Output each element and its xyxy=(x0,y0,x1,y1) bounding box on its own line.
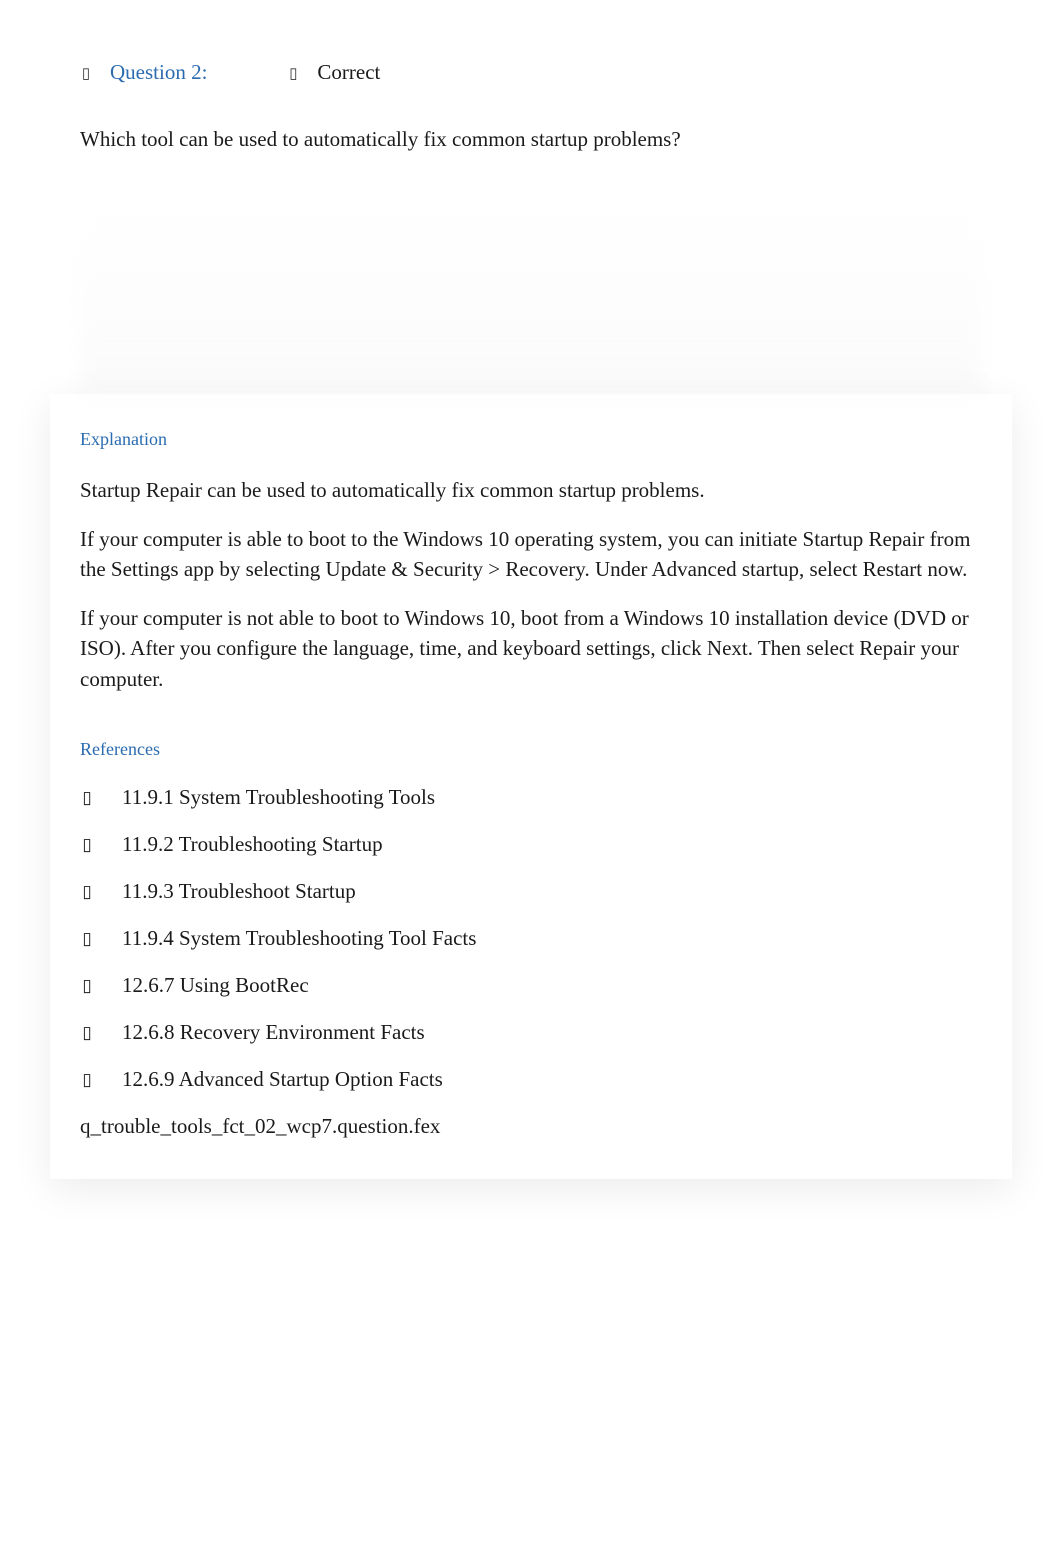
explanation-paragraph: If your computer is able to boot to the … xyxy=(80,524,982,585)
reference-item[interactable]: ▯ 11.9.2 Troubleshooting Startup xyxy=(80,832,982,857)
reference-icon: ▯ xyxy=(80,788,94,808)
blurred-answer-area xyxy=(80,204,982,394)
reference-link-text: 11.9.2 Troubleshooting Startup xyxy=(122,832,383,857)
reference-link-text: 12.6.7 Using BootRec xyxy=(122,973,309,998)
question-header-row: ▯ Question 2: ▯ Correct xyxy=(80,60,982,85)
references-section: References ▯ 11.9.1 System Troubleshooti… xyxy=(80,739,982,1139)
reference-icon: ▯ xyxy=(80,835,94,855)
explanation-paragraph: Startup Repair can be used to automatica… xyxy=(80,475,982,505)
reference-icon: ▯ xyxy=(80,976,94,996)
explanation-paragraph: If your computer is not able to boot to … xyxy=(80,603,982,694)
reference-item[interactable]: ▯ 12.6.9 Advanced Startup Option Facts xyxy=(80,1067,982,1092)
reference-link-text: 11.9.1 System Troubleshooting Tools xyxy=(122,785,435,810)
question-header-section: ▯ Question 2: ▯ Correct Which tool can b… xyxy=(0,0,1062,204)
explanation-card: Explanation Startup Repair can be used t… xyxy=(50,394,1012,1179)
question-icon: ▯ xyxy=(80,64,92,82)
reference-icon: ▯ xyxy=(80,1023,94,1043)
references-heading: References xyxy=(80,739,982,760)
question-number-label: Question 2: xyxy=(110,60,207,85)
status-group: ▯ Correct xyxy=(287,60,380,85)
reference-icon: ▯ xyxy=(80,929,94,949)
reference-icon: ▯ xyxy=(80,1070,94,1090)
status-text: Correct xyxy=(317,60,380,85)
explanation-heading: Explanation xyxy=(80,429,982,450)
question-label-group: ▯ Question 2: xyxy=(80,60,207,85)
reference-item[interactable]: ▯ 12.6.8 Recovery Environment Facts xyxy=(80,1020,982,1045)
reference-item[interactable]: ▯ 11.9.4 System Troubleshooting Tool Fac… xyxy=(80,926,982,951)
question-text: Which tool can be used to automatically … xyxy=(80,125,982,154)
reference-link-text: 12.6.9 Advanced Startup Option Facts xyxy=(122,1067,443,1092)
status-icon: ▯ xyxy=(287,64,299,82)
reference-item[interactable]: ▯ 11.9.1 System Troubleshooting Tools xyxy=(80,785,982,810)
reference-link-text: 11.9.3 Troubleshoot Startup xyxy=(122,879,356,904)
reference-item[interactable]: ▯ 12.6.7 Using BootRec xyxy=(80,973,982,998)
question-file-name: q_trouble_tools_fct_02_wcp7.question.fex xyxy=(80,1114,982,1139)
reference-link-text: 11.9.4 System Troubleshooting Tool Facts xyxy=(122,926,476,951)
reference-item[interactable]: ▯ 11.9.3 Troubleshoot Startup xyxy=(80,879,982,904)
reference-icon: ▯ xyxy=(80,882,94,902)
reference-link-text: 12.6.8 Recovery Environment Facts xyxy=(122,1020,425,1045)
reference-list: ▯ 11.9.1 System Troubleshooting Tools ▯ … xyxy=(80,785,982,1092)
